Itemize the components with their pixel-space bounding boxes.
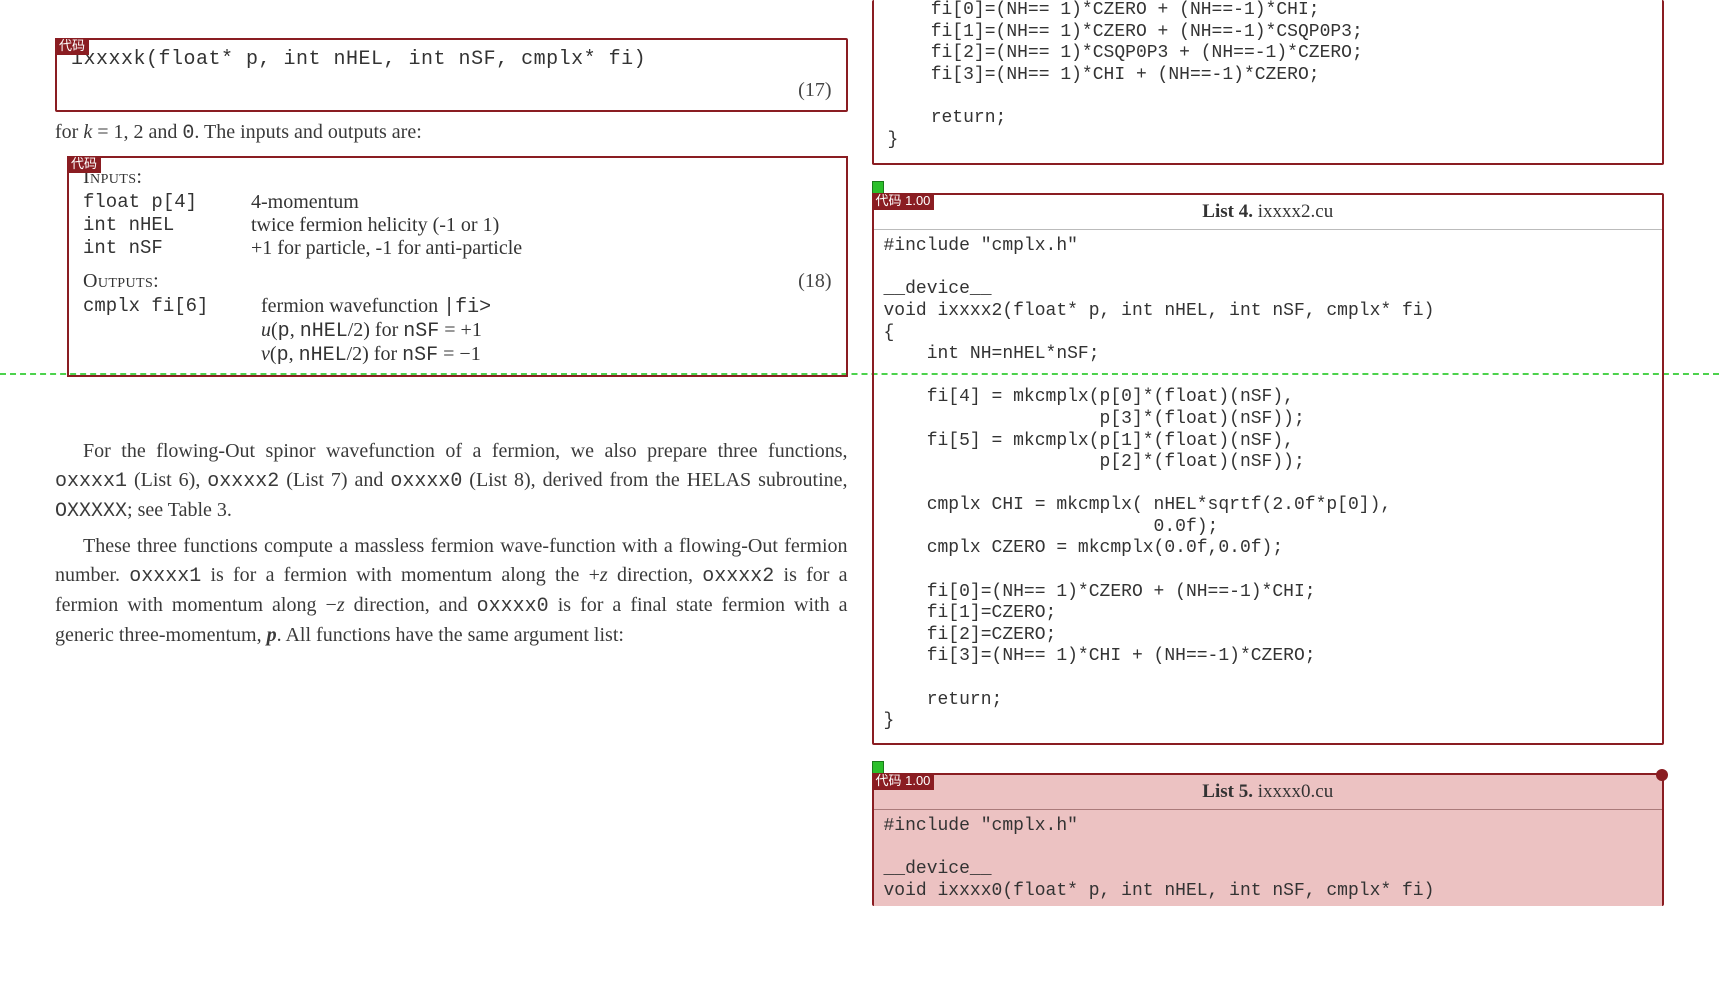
list4-box: 代码 1.00 List 4. ixxxx2.cu #include "cmpl… (872, 193, 1665, 745)
input-row: int nHEL twice fermion helicity (-1 or 1… (83, 214, 832, 237)
output-type-blank (83, 319, 243, 343)
list4-label-bold: List 4. (1202, 201, 1253, 222)
input-type: float p[4] (83, 191, 233, 214)
input-type: int nHEL (83, 214, 233, 237)
page-columns: 代码 ixxxxk(float* p, int nHEL, int nSF, c… (0, 0, 1719, 922)
input-desc: 4-momentum (251, 191, 359, 214)
code-continuation: fi[0]=(NH== 1)*CZERO + (NH==-1)*CHI; fi[… (888, 0, 1649, 155)
code-score-tag: 代码 1.00 (872, 773, 935, 790)
code-score-tag: 代码 1.00 (872, 193, 935, 210)
list5-box: 代码 1.00 List 5. ixxxx0.cu #include "cmpl… (872, 773, 1665, 906)
eq18-number: (18) (798, 270, 831, 293)
list4-header: List 4. ixxxx2.cu (874, 197, 1663, 230)
left-column: 代码 ixxxxk(float* p, int nHEL, int nSF, c… (55, 0, 848, 912)
list5-label-file: ixxxx0.cu (1253, 781, 1333, 802)
code-tag-label: 代码 (67, 156, 101, 173)
output-type-blank (83, 343, 243, 367)
code-continuation-box: fi[0]=(NH== 1)*CZERO + (NH==-1)*CHI; fi[… (872, 0, 1665, 165)
eq17-signature: ixxxxk(float* p, int nHEL, int nSF, cmpl… (71, 48, 646, 71)
list5-label-bold: List 5. (1202, 781, 1253, 802)
output-desc: v(p, nHEL/2) for nSF = −1 (261, 343, 481, 367)
output-desc: fermion wavefunction |fi> (261, 295, 491, 319)
output-row: u(p, nHEL/2) for nSF = +1 (83, 319, 832, 343)
inputs-heading: Inputs: (83, 166, 832, 189)
output-desc: u(p, nHEL/2) for nSF = +1 (261, 319, 482, 343)
output-row: v(p, nHEL/2) for nSF = −1 (83, 343, 832, 367)
eq17-box: 代码 ixxxxk(float* p, int nHEL, int nSF, c… (55, 38, 848, 112)
list4-code: #include "cmplx.h" __device__ void ixxxx… (884, 236, 1653, 737)
eq17-number: (17) (798, 71, 831, 102)
code-tag-label: 代码 (55, 38, 89, 55)
input-desc: twice fermion helicity (-1 or 1) (251, 214, 499, 237)
list5-code: #include "cmplx.h" __device__ void ixxxx… (884, 816, 1653, 906)
io-box: 代码 Inputs: float p[4] 4-momentum int nHE… (67, 156, 848, 377)
after-eq17-text: for k = 1, 2 and 0. The inputs and outpu… (55, 118, 848, 148)
outputs-heading: Outputs: (83, 270, 832, 293)
resize-handle-icon[interactable] (1656, 769, 1668, 781)
input-row: float p[4] 4-momentum (83, 191, 832, 214)
list5-header: List 5. ixxxx0.cu (874, 777, 1663, 810)
input-row: int nSF +1 for particle, -1 for anti-par… (83, 237, 832, 260)
output-row: cmplx fi[6] fermion wavefunction |fi> (83, 295, 832, 319)
list4-label-file: ixxxx2.cu (1253, 201, 1333, 222)
input-type: int nSF (83, 237, 233, 260)
paragraph-flowing-out-2: These three functions compute a massless… (55, 532, 848, 650)
paragraph-flowing-out-1: For the flowing-Out spinor wavefunction … (55, 437, 848, 526)
right-column: fi[0]=(NH== 1)*CZERO + (NH==-1)*CHI; fi[… (872, 0, 1665, 912)
output-type: cmplx fi[6] (83, 295, 243, 319)
input-desc: +1 for particle, -1 for anti-particle (251, 237, 522, 260)
